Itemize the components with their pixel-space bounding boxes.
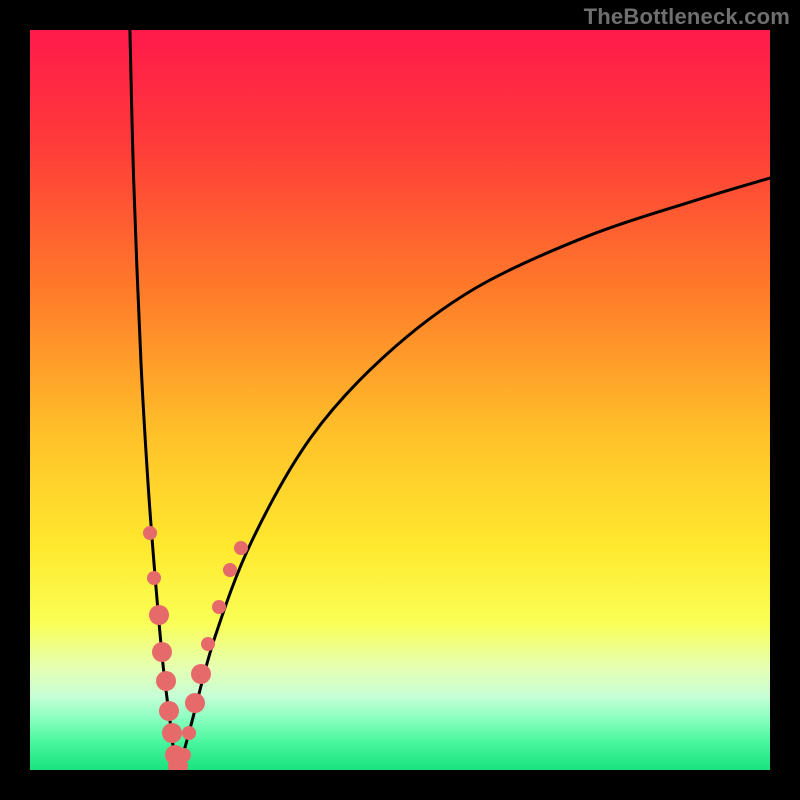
bottleneck-curve [30, 30, 770, 770]
right-bead [201, 637, 215, 651]
right-bead [212, 600, 226, 614]
watermark-text: TheBottleneck.com [584, 4, 790, 30]
plot-area [30, 30, 770, 770]
right-bead [191, 664, 211, 684]
right-bead [234, 541, 248, 555]
chart-frame: TheBottleneck.com [0, 0, 800, 800]
left-bead [147, 571, 161, 585]
right-bead [182, 726, 196, 740]
left-bead [159, 701, 179, 721]
right-bead [177, 748, 191, 762]
left-bead [162, 723, 182, 743]
left-bead [149, 605, 169, 625]
left-bead [143, 526, 157, 540]
right-bead [223, 563, 237, 577]
left-bead [152, 642, 172, 662]
